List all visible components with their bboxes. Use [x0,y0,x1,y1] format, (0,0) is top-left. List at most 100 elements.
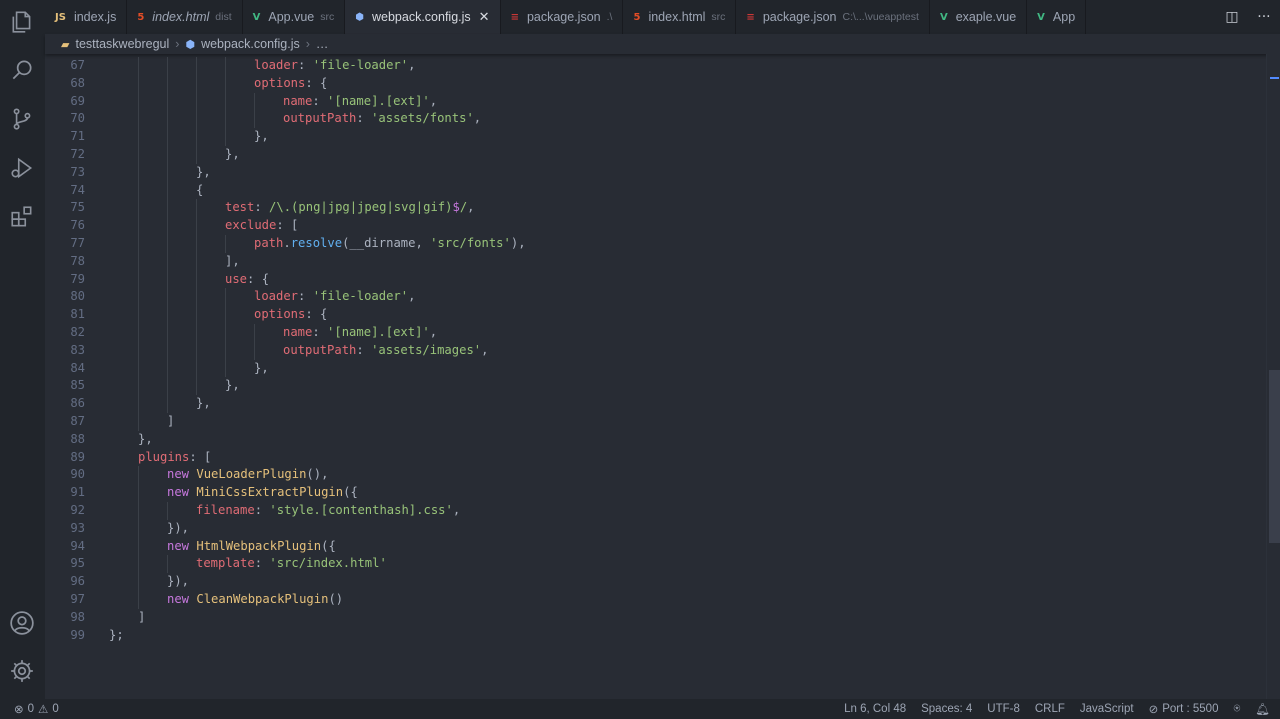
code-line[interactable]: 99}; [45,627,1245,645]
code-line[interactable]: 95 template: 'src/index.html' [45,555,1245,573]
tab-2[interactable]: V App.vue src [243,0,346,34]
warning-icon: ⚠ [38,704,49,716]
code-line[interactable]: 94 new HtmlWebpackPlugin({ [45,538,1245,556]
line-number: 71 [70,129,85,144]
end-of-line[interactable]: CRLF [1035,703,1065,715]
encoding[interactable]: UTF-8 [987,703,1020,715]
code-line[interactable]: 75 test: /\.(png|jpg|jpeg|svg|gif)$/, [45,199,1245,217]
tab-7[interactable]: Vexaple.vue [930,0,1028,34]
language-mode[interactable]: JavaScript [1080,703,1134,715]
problems-indicator[interactable]: ⊗ 0 ⚠ 0 [14,702,59,716]
broadcast-icon: ⊘ [1148,704,1159,716]
indent-guide [254,92,255,111]
tab-bar: JS index.js 5 index.html dist V App.vue src ⬢ web… [45,0,1280,34]
indent-guide [196,341,197,360]
editor-scrollbar[interactable] [1266,54,1280,699]
breadcrumb-folder[interactable]: testtaskwebregul [75,37,169,51]
code-line[interactable]: 85}, [45,377,1245,395]
code-line[interactable]: 73}, [45,164,1245,182]
code-token: : [ [276,218,299,233]
line-code: exclude: [ [225,217,298,235]
explorer-icon[interactable] [8,8,36,36]
code-line[interactable]: 89 plugins: [ [45,449,1245,467]
indent-guide [167,252,168,271]
tab-label: package.json [526,10,601,24]
indent-guide [138,573,139,591]
indent-guide [196,217,197,235]
indent-guide [167,163,168,182]
line-code: { [196,182,203,200]
line-code: }, [225,377,240,395]
code-line[interactable]: 74 { [45,182,1245,200]
tab-file-icon: V [939,11,948,23]
code-line[interactable]: 92 filename: 'style.[contenthash].css', [45,502,1245,520]
tab-8[interactable]: V App [1027,0,1087,34]
line-code: test: /\.(png|jpg|jpeg|svg|gif)$/, [225,199,475,217]
code-editor[interactable]: 67 loader: 'file-loader', 68 options: {69 na… [45,54,1266,699]
code-line[interactable]: 97 new CleanWebpackPlugin() [45,591,1245,609]
code-line[interactable]: 76 exclude: [ [45,217,1245,235]
indent-guide [138,217,139,235]
breadcrumb-separator: › [175,37,180,51]
code-line[interactable]: 96}), [45,573,1245,591]
extensions-icon[interactable] [8,203,36,231]
indent-guide [225,324,226,342]
code-token: $ [452,200,460,215]
line-number: 93 [70,520,85,535]
code-line[interactable]: 86}, [45,395,1245,413]
close-tab-icon[interactable]: ✕ [479,9,490,25]
indent-guide [138,484,139,502]
indent-guide [225,128,226,146]
code-line[interactable]: 90 new VueLoaderPlugin(), [45,466,1245,484]
code-token: options [254,75,306,90]
line-number: 83 [70,342,85,357]
indent-guide [138,288,139,307]
search-icon[interactable] [8,56,36,84]
code-token: outputPath [283,111,357,126]
tab-5[interactable]: 5 index.html src [623,0,737,34]
run-debug-icon[interactable] [8,154,36,182]
line-code: }, [196,395,211,413]
tab-6[interactable]: ≡ package.json C:\...\vueapptest [736,0,930,34]
tab-label: package.json [762,10,837,24]
tab-1[interactable]: 5 index.html dist [127,0,243,34]
code-token: , [452,503,461,517]
split-editor-icon[interactable]: ◫ [1225,9,1238,25]
tab-0[interactable]: JS index.js [45,0,128,34]
code-token: ({ [321,538,336,553]
code-token: , [473,111,482,126]
code-line[interactable]: 72}, [45,146,1245,164]
breadcrumb-file[interactable]: webpack.config.js [201,37,300,51]
tab-3[interactable]: ⬢ webpack.config.js ✕ [345,0,501,34]
code-line[interactable]: 88}, [45,431,1245,449]
more-actions-icon[interactable]: ··· [1257,9,1270,25]
line-number: 74 [70,182,85,197]
indent-guide [138,57,139,75]
indent-guide [167,199,168,218]
code-line[interactable]: 87] [45,413,1245,431]
code-line[interactable]: 91 new MiniCssExtractPlugin({ [45,484,1245,502]
indent-guide [167,57,168,75]
notifications-icon[interactable]: 🔔︎ [1255,702,1270,716]
scrollbar-thumb[interactable] [1269,370,1280,543]
account-icon[interactable] [8,609,36,637]
settings-gear-icon[interactable] [8,657,36,685]
indent-guide [138,163,139,182]
code-line[interactable]: 98] [45,609,1245,627]
indent-guide [138,359,139,378]
line-number: 84 [70,360,85,375]
code-line[interactable]: 78], [45,253,1245,271]
tab-4[interactable]: ≡ package.json .\ [501,0,624,34]
code-line[interactable]: 79 use: { [45,271,1245,289]
cursor-position[interactable]: Ln 6, Col 48 [844,703,906,715]
breadcrumb-tail[interactable]: … [316,37,329,51]
tab-file-icon: ⬢ [355,11,364,23]
code-token: 'assets/fonts' [371,111,474,126]
code-line[interactable]: 93}), [45,520,1245,538]
line-number: 78 [70,253,85,268]
indentation[interactable]: Spaces: 4 [921,703,972,715]
source-control-icon[interactable] [8,105,36,133]
live-server-port[interactable]: ⊘ Port : 5500 [1149,702,1219,716]
feedback-icon[interactable]: ⍟ [1233,703,1240,716]
line-number: 92 [70,503,85,517]
